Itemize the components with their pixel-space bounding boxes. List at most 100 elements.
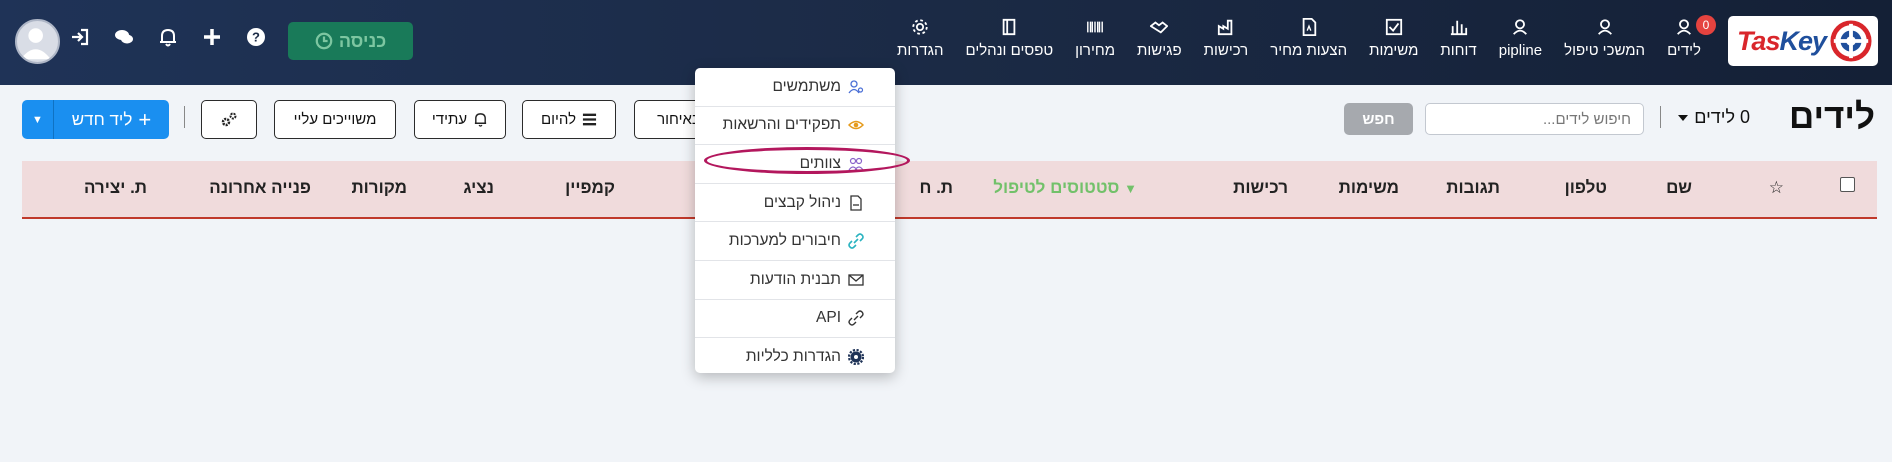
list-icon [583,113,597,126]
menu-item-label: ניהול קבצים [763,193,841,211]
divider [184,106,185,128]
table-header: ☆ שם טלפון תגובות משימות רכישות סטטוסים … [22,161,1877,219]
nav-followups[interactable]: המשכי טיפול [1553,18,1656,59]
filter-label: עתידי [431,111,468,128]
clock-in-button[interactable]: כניסה [288,22,413,60]
settings-dropdown-menu: משתמשים תפקידים והרשאות צוותים ניהול קבצ… [695,68,895,373]
column-header-date[interactable]: ת. ח [919,178,953,198]
filter-assigned-button[interactable]: משוייכים עליי [274,100,396,139]
document-icon [1302,18,1316,36]
user-avatar-icon [20,28,51,60]
gear-icon [848,349,864,366]
column-header-tasks[interactable]: משימות [1339,178,1399,198]
logo-text: TasKey [1736,25,1827,56]
menu-item-api[interactable]: API [695,300,895,339]
column-header-phone[interactable]: טלפון [1565,178,1607,198]
menu-item-file-management[interactable]: ניהול קבצים [695,184,895,223]
column-header-purchases[interactable]: רכישות [1233,178,1288,198]
column-header-agent[interactable]: נציג [463,178,494,198]
divider [1660,106,1661,128]
nav-label: מחירון [1075,42,1116,59]
column-settings-button[interactable] [201,100,257,139]
highlight-ring-annotation [704,147,910,174]
nav-settings[interactable]: הגדרות [886,18,954,59]
link-icon [848,233,864,249]
select-all-checkbox[interactable] [1840,177,1855,192]
nav-leads[interactable]: לידים 0 [1656,15,1716,59]
column-header-name[interactable]: שם [1666,178,1692,198]
nav-label: פגישות [1137,42,1182,59]
user-icon [1513,19,1528,35]
eye-icon [848,121,864,130]
gear-icon [912,19,928,35]
menu-item-label: חיבורים למערכות [728,232,841,250]
bar-chart-icon [1450,20,1467,36]
clock-in-label: כניסה [338,30,387,51]
filter-today-button[interactable]: להיום [522,100,616,139]
status-header-label: סטטוסים לטיפול [993,178,1120,197]
factory-icon [1217,19,1233,36]
menu-item-roles[interactable]: תפקידים והרשאות [695,107,895,146]
menu-item-label: API [816,309,841,327]
leads-count-dropdown[interactable]: 0 לידים [1678,107,1750,128]
menu-item-integrations[interactable]: חיבורים למערכות [695,222,895,261]
chat-icon[interactable] [112,25,136,49]
bell-icon[interactable] [156,25,180,49]
taskey-logo[interactable]: TasKey [1728,16,1878,66]
column-header-last-contact[interactable]: פנייה אחרונה [209,178,311,198]
handshake-icon [1150,21,1169,34]
users-icon [848,80,864,94]
nav-label: הגדרות [897,42,944,59]
plus-icon[interactable] [200,25,224,49]
svg-text:?: ? [252,30,260,45]
new-lead-main[interactable]: ליד חדש + [54,100,169,139]
menu-item-label: משתמשים [772,77,841,95]
search-button[interactable]: חפש [1344,103,1413,135]
menu-item-users[interactable]: משתמשים [695,68,895,107]
menu-item-general-settings[interactable]: הגדרות כלליות [695,338,895,377]
new-lead-button[interactable]: ▼ ליד חדש + [22,100,169,139]
barcode-icon [1087,21,1103,33]
nav-label: הצעות מחיר [1270,42,1348,59]
nav-meetings[interactable]: פגישות [1126,18,1193,59]
new-lead-label: ליד חדש [71,109,133,129]
column-header-status[interactable]: סטטוסים לטיפול ▼ [993,178,1137,198]
nav-purchases[interactable]: רכישות [1193,18,1260,59]
leads-count-label: 0 לידים [1694,107,1750,127]
nav-label: pipline [1498,42,1543,59]
nav-label: המשכי טיפול [1564,42,1646,59]
top-icon-bar: ? [68,25,268,49]
column-header-sources[interactable]: מקורות [351,178,407,198]
leads-count-badge: 0 [1696,15,1716,35]
nav-reports[interactable]: דוחות [1429,18,1487,59]
nav-pricelist[interactable]: מחירון [1064,18,1126,59]
nav-tasks[interactable]: משימות [1358,18,1429,59]
favorite-star-icon[interactable]: ☆ [1769,178,1784,198]
user-icon [1597,19,1612,35]
avatar[interactable] [15,19,60,64]
filter-future-button[interactable]: עתידי [414,100,506,139]
logo-mark-icon [1830,20,1872,62]
bell-icon [474,113,487,127]
menu-item-label: הגדרות כלליות [745,348,841,366]
new-lead-dropdown-toggle[interactable]: ▼ [22,100,54,139]
nav-quotes[interactable]: הצעות מחיר [1259,18,1358,59]
nav-label: טפסים ונהלים [965,42,1054,59]
nav-pipeline[interactable]: pipline [1488,18,1553,59]
menu-item-label: תבנית הודעות [750,270,841,288]
column-header-comments[interactable]: תגובות [1446,178,1500,198]
page-title: לידים [1788,97,1875,136]
column-header-campaign[interactable]: קמפיין [565,178,615,198]
link-icon [848,310,864,327]
login-icon[interactable] [68,25,92,49]
column-header-created[interactable]: ת. יצירה [84,178,147,198]
user-icon [1677,19,1692,35]
main-nav: לידים 0 המשכי טיפול pipline דוחות משימות… [886,15,1716,59]
nav-forms[interactable]: טפסים ונהלים [954,18,1064,59]
menu-item-message-templates[interactable]: תבנית הודעות [695,261,895,300]
search-input[interactable] [1425,103,1644,135]
filter-icon: ▼ [1124,181,1137,196]
caret-down-icon [1678,114,1689,121]
help-icon[interactable]: ? [244,25,268,49]
filter-label: משוייכים עליי [293,111,377,128]
